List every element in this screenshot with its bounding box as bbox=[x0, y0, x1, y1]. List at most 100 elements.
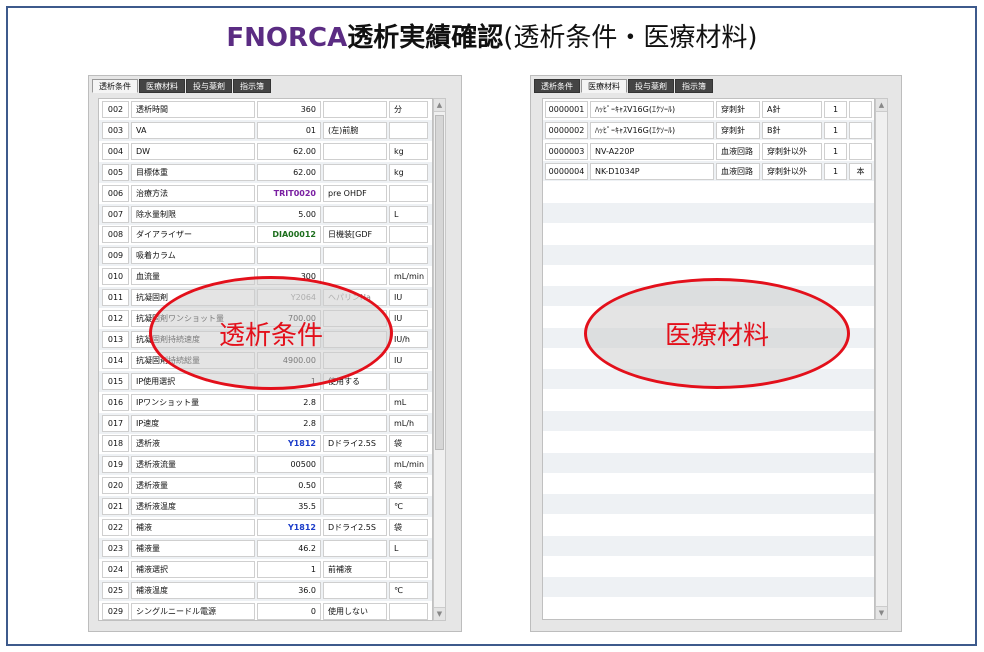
scroll-thumb[interactable] bbox=[435, 115, 444, 450]
condition-note bbox=[323, 205, 387, 223]
material-unit bbox=[849, 142, 872, 160]
condition-value-field[interactable]: 0 bbox=[257, 602, 321, 620]
condition-note bbox=[323, 477, 387, 495]
condition-value-field[interactable]: 2.8 bbox=[257, 393, 321, 411]
condition-note: 日機装[GDF bbox=[323, 226, 387, 244]
vertical-scrollbar[interactable]: ▲ ▼ bbox=[875, 98, 888, 620]
material-row[interactable]: 0000003 NV-A220P 血液回路 穿刺針以外 1 bbox=[543, 141, 874, 161]
material-subcategory: A針 bbox=[762, 101, 822, 118]
condition-value-field[interactable]: 46.2 bbox=[257, 539, 321, 557]
condition-code: 002 bbox=[102, 101, 129, 118]
condition-name: IPワンショット量 bbox=[131, 393, 255, 411]
material-row[interactable]: 0000001 ﾊｯﾋﾟｰｷｬｽV16G(ｴｸｿｰﾙ) 穿刺針 A針 1 bbox=[543, 99, 874, 119]
condition-value-field[interactable]: 62.00 bbox=[257, 163, 321, 181]
condition-unit: ℃ bbox=[389, 498, 428, 516]
vertical-scrollbar[interactable]: ▲ ▼ bbox=[433, 98, 446, 621]
condition-name: ダイアライザー bbox=[131, 226, 255, 244]
condition-note: pre OHDF bbox=[323, 184, 387, 202]
condition-row: 025 補液温度 36.0 ℃ bbox=[99, 579, 432, 601]
condition-code: 022 bbox=[102, 519, 129, 536]
condition-code: 009 bbox=[102, 247, 129, 265]
condition-code: 011 bbox=[102, 289, 129, 307]
condition-code: 020 bbox=[102, 477, 129, 495]
condition-value-field[interactable]: Y1812 bbox=[257, 435, 321, 453]
condition-name: 補液 bbox=[131, 519, 255, 536]
tab-instructions[interactable]: 指示簿 bbox=[233, 79, 271, 93]
condition-code: 024 bbox=[102, 560, 129, 578]
scroll-down-icon[interactable]: ▼ bbox=[876, 606, 887, 619]
condition-value-field[interactable]: 0.50 bbox=[257, 477, 321, 495]
condition-code: 004 bbox=[102, 142, 129, 160]
condition-unit: IU bbox=[389, 310, 428, 327]
condition-value-field[interactable]: 35.5 bbox=[257, 498, 321, 516]
material-name: NV-A220P bbox=[590, 142, 714, 160]
tab-dialysis-conditions[interactable]: 透析条件 bbox=[534, 79, 580, 93]
condition-value-field[interactable]: 01 bbox=[257, 121, 321, 139]
condition-note bbox=[323, 456, 387, 474]
condition-value-field[interactable]: 360 bbox=[257, 101, 321, 118]
tab-dialysis-conditions[interactable]: 透析条件 bbox=[92, 79, 138, 93]
condition-note: (左)前腕 bbox=[323, 121, 387, 139]
empty-material-row bbox=[543, 390, 874, 410]
condition-code: 006 bbox=[102, 184, 129, 202]
condition-note bbox=[323, 393, 387, 411]
condition-value-field[interactable]: TRIT0020 bbox=[257, 184, 321, 202]
condition-value-field[interactable]: 1 bbox=[257, 560, 321, 578]
condition-note bbox=[323, 163, 387, 181]
tab-medical-materials[interactable]: 医療材料 bbox=[581, 79, 627, 93]
condition-unit: IU bbox=[389, 351, 428, 369]
condition-row: 019 透析液流量 00500 mL/min bbox=[99, 454, 432, 476]
empty-material-row bbox=[543, 203, 874, 223]
condition-value-field[interactable]: 00500 bbox=[257, 456, 321, 474]
condition-row: 007 除水量制限 5.00 L bbox=[99, 203, 432, 225]
condition-unit: L bbox=[389, 539, 428, 557]
tab-administered-drugs[interactable]: 投与薬剤 bbox=[628, 79, 674, 93]
condition-name: 透析液 bbox=[131, 435, 255, 453]
condition-value-field[interactable]: 62.00 bbox=[257, 142, 321, 160]
condition-row: 008 ダイアライザー DIA00012 日機装[GDF bbox=[99, 224, 432, 245]
condition-value-field[interactable] bbox=[257, 247, 321, 265]
material-row[interactable]: 0000004 NK-D1034P 血液回路 穿刺針以外 1 本 bbox=[543, 161, 874, 182]
tab-instructions[interactable]: 指示簿 bbox=[675, 79, 713, 93]
tab-administered-drugs[interactable]: 投与薬剤 bbox=[186, 79, 232, 93]
material-subcategory: B針 bbox=[762, 121, 822, 139]
condition-unit: 袋 bbox=[389, 477, 428, 495]
condition-note bbox=[323, 539, 387, 557]
medical-materials-callout: 医療材料 bbox=[584, 278, 850, 389]
scroll-up-icon[interactable]: ▲ bbox=[876, 99, 887, 112]
callout-label: 医療材料 bbox=[664, 321, 769, 351]
condition-row: 029 シングルニードル電源 0 使用しない bbox=[99, 601, 432, 620]
material-subcategory: 穿刺針以外 bbox=[762, 142, 822, 160]
condition-name: VA bbox=[131, 121, 255, 139]
condition-unit bbox=[389, 247, 428, 265]
condition-unit bbox=[389, 372, 428, 390]
tab-medical-materials[interactable]: 医療材料 bbox=[139, 79, 185, 93]
condition-value-field[interactable]: 2.8 bbox=[257, 414, 321, 432]
condition-row: 018 透析液 Y1812 Dドライ2.5S 袋 bbox=[99, 433, 432, 454]
empty-material-row bbox=[543, 182, 874, 202]
condition-note bbox=[323, 498, 387, 516]
condition-name: IP速度 bbox=[131, 414, 255, 432]
material-quantity: 1 bbox=[824, 142, 847, 160]
condition-name: 目標体重 bbox=[131, 163, 255, 181]
condition-code: 008 bbox=[102, 226, 129, 244]
material-row[interactable]: 0000002 ﾊｯﾋﾟｰｷｬｽV16G(ｴｸｿｰﾙ) 穿刺針 B針 1 bbox=[543, 119, 874, 140]
material-unit bbox=[849, 121, 872, 139]
condition-note bbox=[323, 414, 387, 432]
condition-code: 025 bbox=[102, 581, 129, 599]
empty-material-row bbox=[543, 494, 874, 515]
material-quantity: 1 bbox=[824, 101, 847, 118]
brand-name: FNORCA bbox=[226, 23, 348, 53]
condition-note: Dドライ2.5S bbox=[323, 519, 387, 536]
condition-value-field[interactable]: 5.00 bbox=[257, 205, 321, 223]
condition-code: 015 bbox=[102, 372, 129, 390]
scroll-up-icon[interactable]: ▲ bbox=[434, 99, 445, 112]
condition-unit: 袋 bbox=[389, 519, 428, 536]
scroll-down-icon[interactable]: ▼ bbox=[434, 607, 445, 620]
condition-note: 使用しない bbox=[323, 602, 387, 620]
material-name: NK-D1034P bbox=[590, 163, 714, 181]
condition-value-field[interactable]: Y1812 bbox=[257, 519, 321, 536]
condition-value-field[interactable]: 36.0 bbox=[257, 581, 321, 599]
condition-unit: mL/min bbox=[389, 456, 428, 474]
condition-value-field[interactable]: DIA00012 bbox=[257, 226, 321, 244]
